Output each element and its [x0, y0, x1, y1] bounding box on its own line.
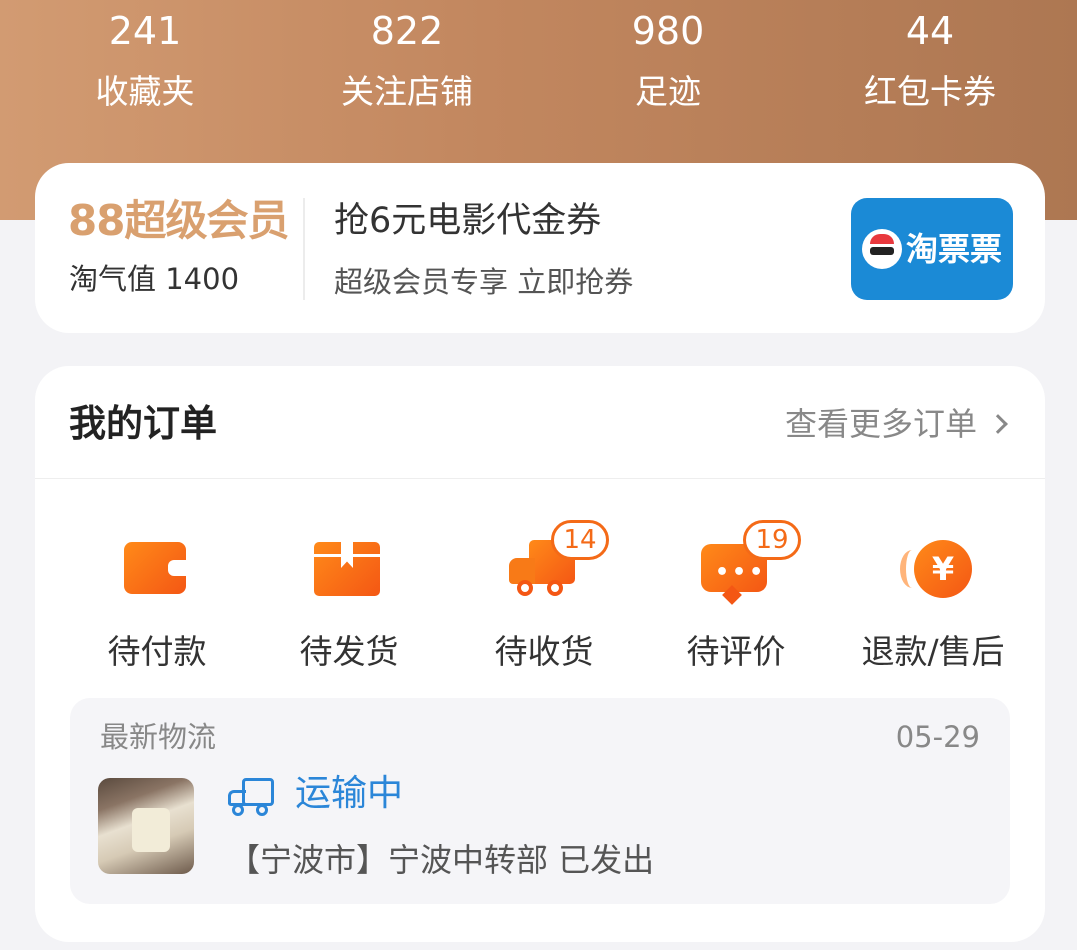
- order-item-label: 待评价: [686, 632, 786, 671]
- order-pending-receipt[interactable]: 14 待收货: [454, 520, 634, 676]
- orders-card: 我的订单 查看更多订单 待付款 待发货 14 待收货 ••• 19 待评价 ¥ …: [35, 366, 1045, 942]
- stat-followed-shops[interactable]: 822 关注店铺: [297, 8, 517, 114]
- comment-icon: ••• 19: [701, 520, 801, 602]
- order-item-label: 待付款: [107, 632, 207, 671]
- view-more-orders-link[interactable]: 查看更多订单: [784, 402, 1008, 446]
- stats-row: 241 收藏夹 822 关注店铺 980 足迹 44 红包卡券: [0, 0, 1077, 140]
- taopiaopiao-logo-icon: [861, 229, 902, 269]
- stat-label: 红包卡券: [864, 72, 996, 111]
- divider: [303, 198, 305, 300]
- wallet-icon: [122, 536, 192, 602]
- order-item-label: 退款/售后: [861, 632, 1005, 671]
- membership-logo: 88超级会员: [68, 196, 289, 245]
- membership-score: 淘气值 1400: [69, 262, 240, 296]
- stat-label: 足迹: [635, 72, 701, 111]
- order-pending-payment[interactable]: 待付款: [67, 536, 247, 676]
- order-item-label: 待发货: [299, 632, 399, 671]
- promo-subtitle: 超级会员专享 立即抢券: [334, 265, 634, 299]
- stat-value: 980: [631, 9, 705, 53]
- product-thumbnail: [98, 778, 194, 874]
- stat-coupons[interactable]: 44 红包卡券: [820, 8, 1040, 114]
- stat-label: 关注店铺: [341, 72, 473, 111]
- stat-footprints[interactable]: 980 足迹: [558, 8, 778, 114]
- count-badge: 19: [743, 520, 801, 560]
- view-more-label: 查看更多订单: [784, 405, 977, 443]
- orders-title: 我的订单: [69, 402, 217, 445]
- logistics-status: 运输中: [295, 773, 404, 814]
- badge-label: 淘票票: [905, 230, 1002, 268]
- order-pending-review[interactable]: ••• 19 待评价: [646, 520, 826, 676]
- promo-title: 抢6元电影代金券: [334, 201, 602, 241]
- stat-value: 241: [108, 9, 182, 53]
- account-page: 241 收藏夹 822 关注店铺 980 足迹 44 红包卡券 88超级会员 淘…: [0, 0, 1077, 950]
- logistics-date: 05-29: [895, 720, 980, 754]
- divider: [35, 478, 1045, 479]
- truck-icon: 14: [509, 520, 609, 602]
- stat-value: 822: [370, 9, 444, 53]
- stat-label: 收藏夹: [95, 72, 195, 111]
- order-pending-shipment[interactable]: 待发货: [259, 536, 439, 676]
- order-refund[interactable]: ¥ 退款/售后: [843, 536, 1023, 676]
- order-item-label: 待收货: [494, 632, 594, 671]
- refund-icon: ¥: [898, 536, 972, 602]
- chevron-right-icon: [988, 414, 1008, 434]
- latest-logistics-panel[interactable]: 最新物流 05-29 运输中 【宁波市】宁波中转部 已发出: [70, 698, 1010, 904]
- box-icon: [314, 536, 384, 602]
- stat-value: 44: [905, 9, 955, 53]
- delivery-truck-icon: [228, 778, 276, 820]
- logistics-detail: 【宁波市】宁波中转部 已发出: [228, 841, 655, 879]
- membership-card[interactable]: 88超级会员 淘气值 1400 抢6元电影代金券 超级会员专享 立即抢券 淘票票: [35, 163, 1045, 333]
- stat-favorites[interactable]: 241 收藏夹: [35, 8, 255, 114]
- count-badge: 14: [551, 520, 609, 560]
- taopiaopiao-badge[interactable]: 淘票票: [851, 198, 1013, 300]
- logistics-title: 最新物流: [100, 720, 217, 754]
